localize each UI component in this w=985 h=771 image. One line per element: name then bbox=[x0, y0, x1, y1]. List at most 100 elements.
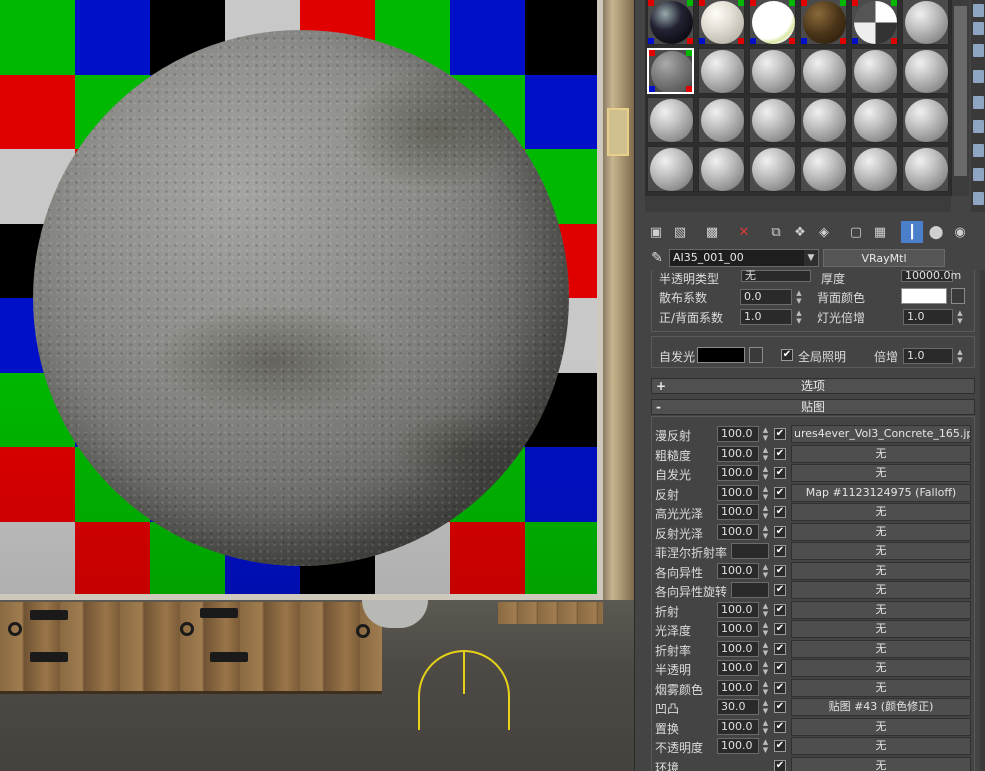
material-slot[interactable] bbox=[902, 97, 949, 143]
make-preview-icon[interactable] bbox=[973, 120, 984, 133]
material-slot[interactable] bbox=[851, 0, 898, 45]
map-amount-field[interactable]: 100.0 bbox=[717, 660, 759, 676]
material-id-icon[interactable]: ▢ bbox=[845, 221, 867, 243]
map-amount-spinner[interactable]: ▲ ▼ bbox=[761, 641, 770, 657]
show-end-result-icon[interactable]: ┃ bbox=[901, 221, 923, 243]
back-color-swatch[interactable] bbox=[901, 288, 947, 304]
map-slot-button[interactable]: 无 bbox=[791, 717, 971, 736]
map-amount-spinner[interactable]: ▲ ▼ bbox=[761, 426, 770, 442]
map-amount-spinner[interactable]: ▲ ▼ bbox=[761, 465, 770, 481]
eyedropper-icon[interactable]: ✎ bbox=[645, 248, 669, 268]
map-enable-checkbox[interactable]: ✔ bbox=[774, 720, 786, 733]
material-slot[interactable] bbox=[800, 146, 847, 192]
go-to-parent-icon[interactable]: ⬤ bbox=[925, 221, 947, 243]
slots-vertical-scrollbar[interactable] bbox=[951, 0, 969, 196]
map-amount-spinner[interactable]: ▲ ▼ bbox=[761, 738, 770, 754]
material-slot[interactable] bbox=[902, 0, 949, 45]
front-back-spinner[interactable]: ▲ ▼ bbox=[795, 309, 803, 325]
scatter-value[interactable]: 0.0 bbox=[740, 289, 792, 305]
self-illum-color-swatch[interactable] bbox=[697, 347, 745, 363]
map-enable-checkbox[interactable]: ✔ bbox=[774, 701, 786, 713]
material-slot[interactable] bbox=[902, 146, 949, 192]
material-slot[interactable] bbox=[698, 146, 745, 192]
map-amount-spinner[interactable]: ▲ ▼ bbox=[761, 680, 770, 696]
chevron-down-icon[interactable]: ▼ bbox=[804, 250, 818, 266]
map-enable-checkbox[interactable]: ✔ bbox=[774, 642, 786, 655]
self-illum-mult-value[interactable]: 1.0 bbox=[903, 348, 953, 364]
map-enable-checkbox[interactable]: ✔ bbox=[774, 486, 786, 499]
gi-checkbox[interactable]: ✔ bbox=[781, 349, 793, 361]
material-slot[interactable] bbox=[647, 97, 694, 143]
map-slot-button[interactable]: 无 bbox=[791, 561, 971, 580]
concrete-sphere[interactable] bbox=[33, 30, 569, 566]
video-check-icon[interactable] bbox=[973, 96, 984, 109]
material-slot[interactable] bbox=[647, 0, 694, 45]
material-slot[interactable] bbox=[800, 48, 847, 94]
map-amount-spinner[interactable]: ▲ ▼ bbox=[761, 563, 770, 579]
map-slot-button[interactable]: 无 bbox=[791, 678, 971, 697]
map-enable-checkbox[interactable]: ✔ bbox=[774, 603, 786, 616]
material-slot[interactable] bbox=[698, 97, 745, 143]
map-amount-spinner[interactable]: ▲ ▼ bbox=[761, 446, 770, 462]
material-slot[interactable] bbox=[800, 0, 847, 45]
go-sibling-icon[interactable]: ◉ bbox=[949, 221, 971, 243]
viewport[interactable] bbox=[0, 0, 634, 771]
material-slot[interactable] bbox=[749, 48, 796, 94]
map-amount-field[interactable]: 100.0 bbox=[717, 738, 759, 754]
map-slot-button[interactable]: 无 bbox=[791, 620, 971, 638]
map-enable-checkbox[interactable]: ✔ bbox=[774, 759, 786, 771]
map-slot-button[interactable]: 无 bbox=[791, 581, 971, 599]
map-slot-button[interactable]: 无 bbox=[791, 522, 971, 541]
map-slot-button[interactable]: 无 bbox=[791, 503, 971, 521]
maps-rollout[interactable]: - 贴图 bbox=[651, 399, 975, 415]
select-by-material-icon[interactable] bbox=[973, 168, 984, 181]
map-amount-field[interactable]: 100.0 bbox=[717, 504, 759, 520]
map-amount-spinner[interactable]: ▲ ▼ bbox=[761, 524, 770, 540]
map-amount-spinner[interactable]: ▲ ▼ bbox=[761, 660, 770, 676]
map-amount-field[interactable]: 100.0 bbox=[717, 718, 759, 735]
front-back-value[interactable]: 1.0 bbox=[740, 309, 792, 325]
copy-material-icon[interactable]: ⧉ bbox=[765, 221, 787, 243]
assign-material-icon[interactable]: ▩ bbox=[701, 221, 723, 243]
map-enable-checkbox[interactable]: ✔ bbox=[774, 564, 786, 577]
delete-icon[interactable]: ✕ bbox=[733, 221, 755, 243]
light-mult-spinner[interactable]: ▲ ▼ bbox=[956, 309, 964, 325]
map-enable-checkbox[interactable]: ✔ bbox=[774, 584, 786, 596]
map-slot-button[interactable]: 贴图 #43 (颜色修正) bbox=[791, 698, 971, 716]
map-amount-field[interactable]: 100.0 bbox=[717, 679, 759, 696]
put-to-library-icon[interactable]: ◈ bbox=[813, 221, 835, 243]
map-enable-checkbox[interactable]: ✔ bbox=[774, 428, 786, 440]
map-slot-button[interactable]: 无 bbox=[791, 659, 971, 677]
sample-type-icon[interactable] bbox=[973, 4, 984, 17]
material-slot[interactable] bbox=[851, 48, 898, 94]
map-amount-field[interactable]: 100.0 bbox=[717, 484, 759, 501]
map-slot-button[interactable]: 无 bbox=[791, 600, 971, 619]
material-slot[interactable] bbox=[902, 48, 949, 94]
put-to-scene-icon[interactable]: ▧ bbox=[669, 221, 691, 243]
thickness-value[interactable]: 10000.0m bbox=[901, 270, 961, 282]
map-amount-field[interactable]: 100.0 bbox=[717, 465, 759, 481]
material-slot[interactable] bbox=[749, 146, 796, 192]
map-amount-field[interactable]: 100.0 bbox=[717, 562, 759, 579]
map-enable-checkbox[interactable]: ✔ bbox=[774, 545, 786, 557]
uv-tiling-icon[interactable] bbox=[973, 70, 984, 83]
map-enable-checkbox[interactable]: ✔ bbox=[774, 623, 786, 635]
map-amount-spinner[interactable]: ▲ ▼ bbox=[761, 621, 770, 637]
map-slot-button[interactable]: 无 bbox=[791, 756, 971, 771]
map-amount-field[interactable]: 100.0 bbox=[717, 601, 759, 618]
map-slot-button[interactable]: 无 bbox=[791, 639, 971, 658]
slots-horizontal-scrollbar[interactable] bbox=[645, 196, 951, 212]
make-unique-icon[interactable]: ❖ bbox=[789, 221, 811, 243]
map-enable-checkbox[interactable]: ✔ bbox=[774, 740, 786, 752]
map-enable-checkbox[interactable]: ✔ bbox=[774, 467, 786, 479]
map-slot-button[interactable]: 无 bbox=[791, 542, 971, 560]
map-amount-field[interactable] bbox=[731, 582, 769, 598]
map-enable-checkbox[interactable]: ✔ bbox=[774, 525, 786, 538]
material-slot[interactable] bbox=[647, 146, 694, 192]
map-slot-button[interactable]: 无 bbox=[791, 464, 971, 482]
show-map-icon[interactable]: ▦ bbox=[869, 221, 891, 243]
map-amount-field[interactable]: 30.0 bbox=[717, 699, 759, 715]
map-enable-checkbox[interactable]: ✔ bbox=[774, 681, 786, 694]
params-scrollbar[interactable] bbox=[980, 270, 985, 771]
material-slot[interactable] bbox=[647, 48, 694, 94]
